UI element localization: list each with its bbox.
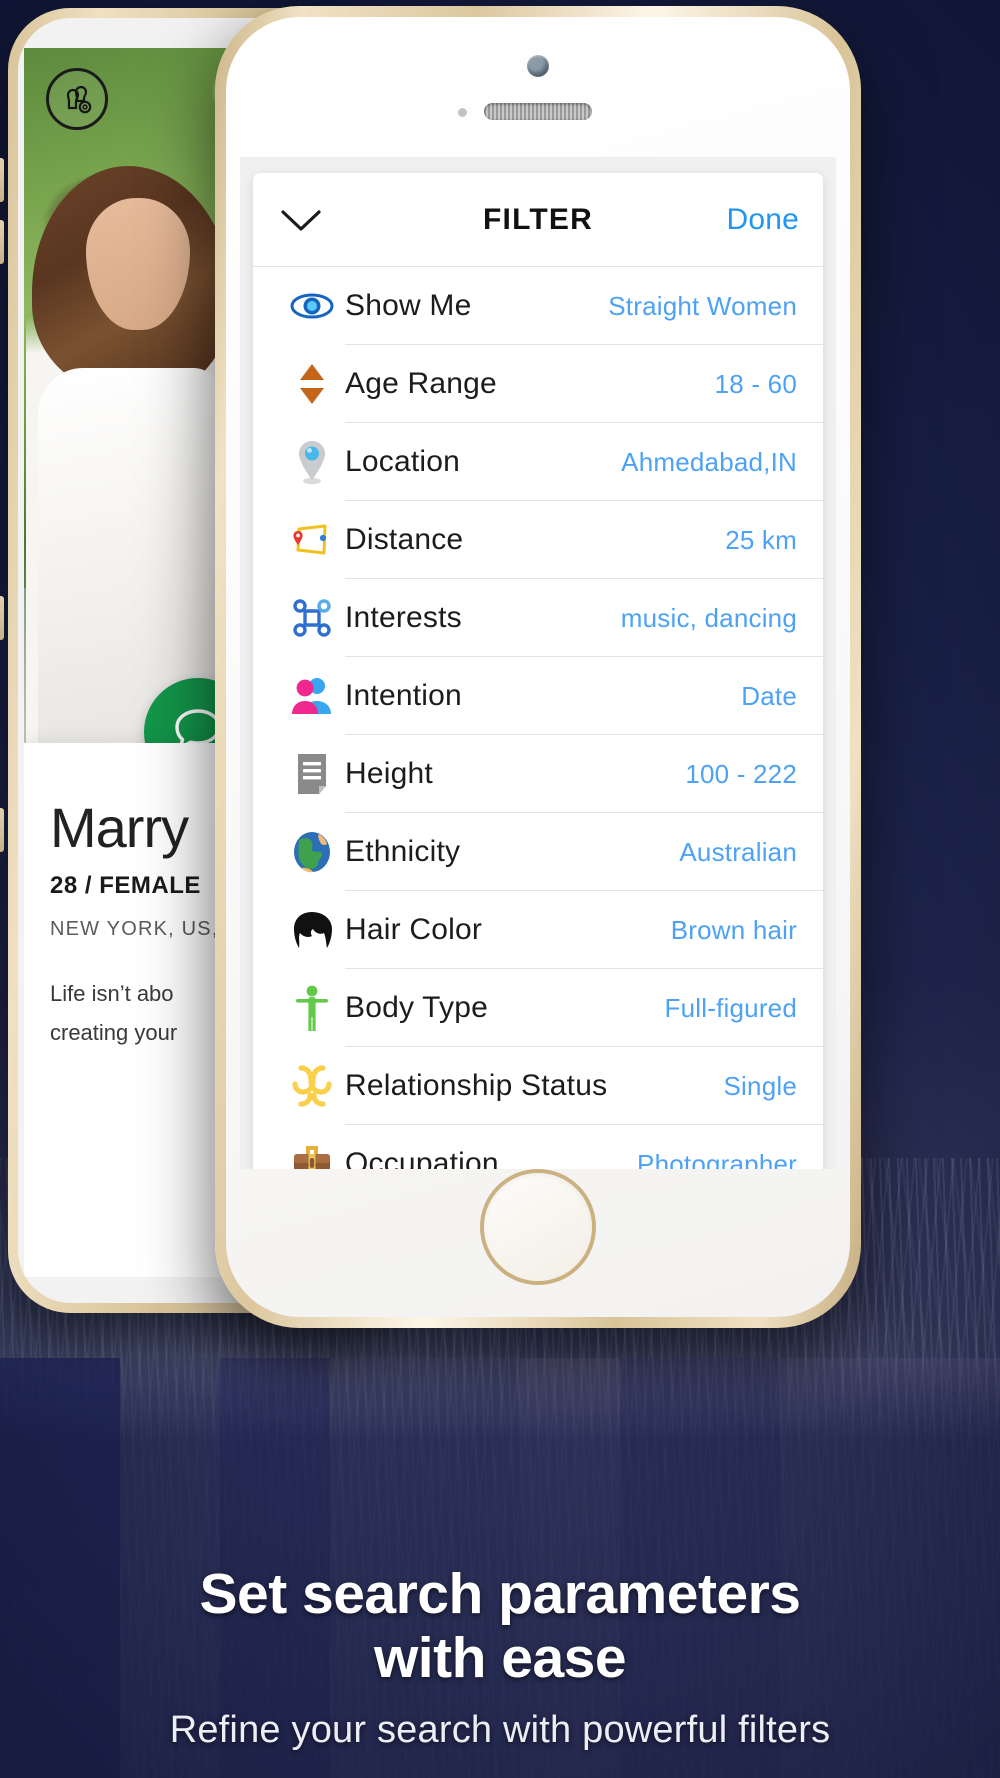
document-glyph: [298, 754, 326, 794]
chevron-down-glyph: [281, 209, 321, 231]
filter-row-intention[interactable]: Intention Date: [253, 657, 823, 735]
globe-glyph: [294, 832, 330, 873]
filter-row-occupation[interactable]: Occupation Photographer: [253, 1125, 823, 1169]
filter-label: Intention: [345, 679, 462, 712]
caption-headline-line-1: Set search parameters: [199, 1562, 801, 1627]
filter-row-relationship-status[interactable]: Relationship Status Single: [253, 1047, 823, 1125]
filter-row-list: Show Me Straight Women Age Range 18 - 60…: [253, 267, 823, 1169]
side-button[interactable]: [0, 596, 4, 640]
filter-row-body-type[interactable]: Body Type Full-figured: [253, 969, 823, 1047]
filter-value[interactable]: music, dancing: [621, 603, 797, 634]
knot-glyph: [292, 1065, 332, 1107]
done-button[interactable]: Done: [726, 203, 799, 237]
filter-value[interactable]: Brown hair: [671, 915, 797, 946]
caption-headline-line-2: with ease: [373, 1626, 627, 1691]
home-button[interactable]: [484, 1173, 592, 1281]
map-pin-icon: [279, 438, 345, 486]
interests-glyph: [293, 599, 331, 637]
filter-row-age-range[interactable]: Age Range 18 - 60: [253, 345, 823, 423]
filter-value[interactable]: 25 km: [725, 525, 797, 556]
body-person-icon: [279, 984, 345, 1032]
filter-panel: FILTER Done Show Me Straight Women Age R…: [253, 173, 823, 1169]
users-settings-glyph: [66, 85, 92, 114]
filter-label: Show Me: [345, 289, 472, 322]
eye-icon: [279, 291, 345, 321]
document-icon: [279, 752, 345, 796]
volume-down-button[interactable]: [0, 220, 4, 264]
filter-label: Distance: [345, 523, 464, 556]
filter-row-height[interactable]: Height 100 - 222: [253, 735, 823, 813]
front-phone-screen: FILTER Done Show Me Straight Women Age R…: [240, 157, 836, 1169]
filter-label: Body Type: [345, 991, 489, 1024]
two-people-icon: [279, 675, 345, 717]
filter-value[interactable]: 100 - 222: [685, 759, 797, 790]
filter-row-hair-color[interactable]: Hair Color Brown hair: [253, 891, 823, 969]
filter-label: Age Range: [345, 367, 497, 400]
filter-label: Occupation: [345, 1147, 499, 1169]
interests-icon: [279, 597, 345, 639]
filter-label: Hair Color: [345, 913, 483, 946]
filter-header: FILTER Done: [253, 173, 823, 267]
filter-value[interactable]: Date: [741, 681, 797, 712]
filter-value[interactable]: Australian: [679, 837, 797, 868]
globe-icon: [279, 830, 345, 874]
filter-value[interactable]: Photographer: [637, 1149, 797, 1170]
filter-value[interactable]: 18 - 60: [715, 369, 797, 400]
filter-label: Height: [345, 757, 433, 790]
filter-value[interactable]: Single: [724, 1071, 797, 1102]
side-button-lower[interactable]: [0, 808, 4, 852]
volume-up-button[interactable]: [0, 158, 4, 202]
filter-row-location[interactable]: Location Ahmedabad,IN: [253, 423, 823, 501]
briefcase-glyph: [294, 1146, 330, 1169]
marketing-caption: Set search parameters with ease Refine y…: [0, 1563, 1000, 1752]
front-camera-icon: [527, 55, 549, 77]
caption-subtitle: Refine your search with powerful filters: [169, 1709, 831, 1751]
hair-glyph: [294, 912, 332, 948]
filter-row-show-me[interactable]: Show Me Straight Women: [253, 267, 823, 345]
proximity-sensor: [458, 108, 467, 117]
briefcase-icon: [279, 1142, 345, 1169]
filter-value[interactable]: Ahmedabad,IN: [621, 447, 797, 478]
two-people-glyph: [292, 678, 331, 714]
map-pin-glyph: [299, 441, 325, 485]
filter-row-distance[interactable]: Distance 25 km: [253, 501, 823, 579]
filter-value[interactable]: Straight Women: [608, 291, 797, 322]
filter-label: Location: [345, 445, 461, 478]
route-distance-glyph: [293, 524, 327, 555]
front-phone-body: FILTER Done Show Me Straight Women Age R…: [226, 17, 850, 1317]
eye-glyph: [290, 293, 334, 319]
filter-label: Ethnicity: [345, 835, 461, 868]
filter-row-interests[interactable]: Interests music, dancing: [253, 579, 823, 657]
filter-label: Interests: [345, 601, 462, 634]
users-settings-icon[interactable]: [46, 68, 108, 130]
chevron-down-icon[interactable]: [277, 205, 333, 235]
knot-icon: [279, 1064, 345, 1108]
filter-value[interactable]: Full-figured: [665, 993, 797, 1024]
age-updown-icon: [279, 361, 345, 407]
earpiece-speaker: [484, 103, 592, 120]
filter-label: Relationship Status: [345, 1069, 608, 1102]
route-distance-icon: [279, 520, 345, 560]
front-phone-device: FILTER Done Show Me Straight Women Age R…: [215, 6, 861, 1328]
age-updown-glyph: [300, 364, 324, 404]
filter-row-ethnicity[interactable]: Ethnicity Australian: [253, 813, 823, 891]
body-person-glyph: [296, 985, 328, 1031]
hair-icon: [279, 910, 345, 950]
